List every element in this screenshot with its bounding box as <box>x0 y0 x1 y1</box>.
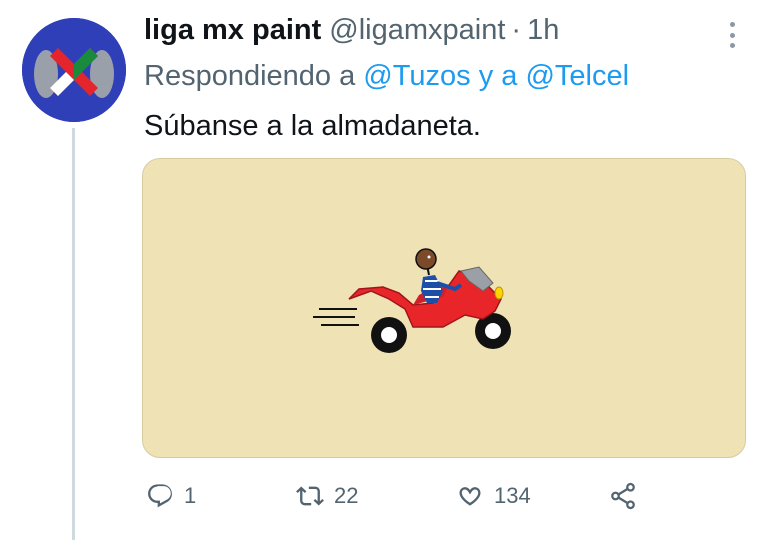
mention-tuzos[interactable]: @Tuzos <box>363 60 470 92</box>
share-icon <box>611 482 635 510</box>
retweet-button[interactable]: 22 <box>296 476 358 516</box>
replying-prefix: Respondiendo a <box>144 60 356 92</box>
avatar[interactable] <box>22 18 126 122</box>
tweet-actions: 1 22 134 <box>144 476 704 516</box>
replying-to: Respondiendo a @Tuzos y a @Telcel <box>144 60 629 93</box>
motorcycle-rider-drawing-icon <box>313 248 511 353</box>
reply-button[interactable]: 1 <box>146 476 196 516</box>
heart-icon <box>459 487 481 506</box>
tweet-header: liga mx paint @ligamxpaint · 1h <box>144 14 559 54</box>
author-name[interactable]: liga mx paint <box>144 14 321 47</box>
separator-dot: · <box>511 14 522 46</box>
replying-conjunction: y a <box>478 60 518 92</box>
reply-icon <box>148 484 172 508</box>
liga-mx-logo-icon <box>22 18 126 122</box>
tweet-media[interactable] <box>142 158 746 458</box>
more-options-icon[interactable] <box>722 18 742 52</box>
reply-count: 1 <box>184 483 197 508</box>
retweet-icon <box>296 486 324 506</box>
like-button[interactable]: 134 <box>456 476 531 516</box>
author-handle[interactable]: @ligamxpaint <box>329 14 505 47</box>
mention-telcel[interactable]: @Telcel <box>525 60 629 92</box>
tweet-time[interactable]: 1h <box>527 14 559 47</box>
share-button[interactable] <box>608 476 638 516</box>
tweet-text: Súbanse a la almadaneta. <box>144 110 481 142</box>
retweet-count: 22 <box>334 483 359 508</box>
thread-line <box>72 128 75 540</box>
like-count: 134 <box>494 483 531 508</box>
